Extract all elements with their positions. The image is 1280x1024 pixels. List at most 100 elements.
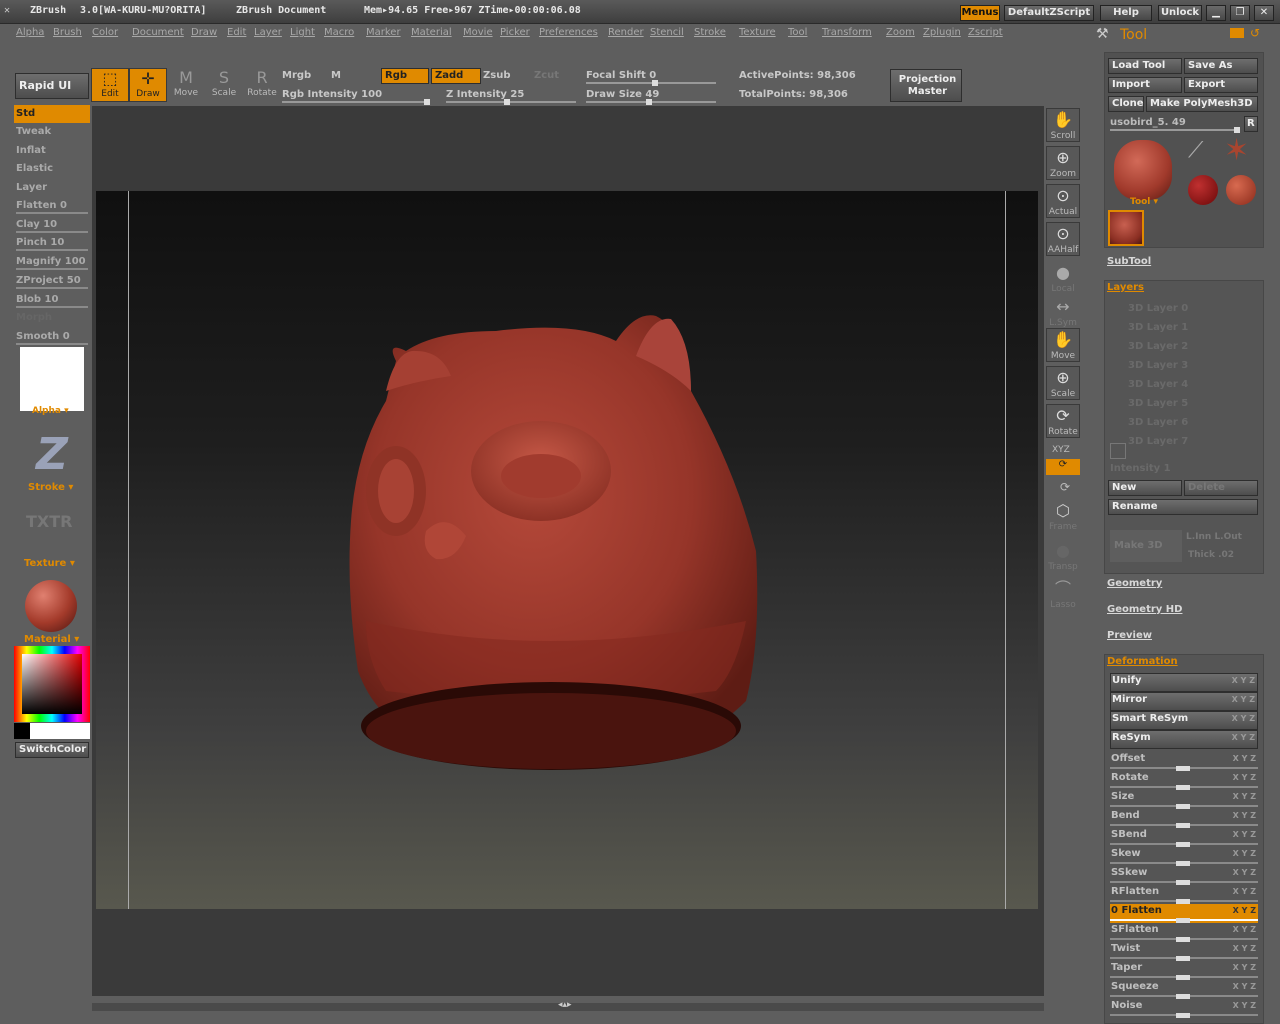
axis-toggles[interactable]: X Y Z [1233, 904, 1256, 918]
menu-edit[interactable]: Edit [227, 27, 246, 38]
make-polymesh-button[interactable]: Make PolyMesh3D [1146, 96, 1258, 112]
focal-shift-slider[interactable]: Focal Shift 0 [586, 70, 656, 81]
layer-item[interactable]: 3D Layer 7 [1110, 433, 1258, 450]
noise-slider[interactable]: Noise X Y Z [1110, 999, 1258, 1018]
brush-morph[interactable]: Morph [14, 309, 90, 327]
model-viewport[interactable] [96, 191, 1038, 909]
material-label[interactable]: Material ▾ [24, 634, 79, 645]
document-canvas[interactable] [96, 191, 1038, 909]
menu-zplugin[interactable]: Zplugin [923, 27, 961, 38]
brush-elastic[interactable]: Elastic [14, 160, 90, 178]
load-tool-button[interactable]: Load Tool [1108, 58, 1182, 74]
thick-slider[interactable]: Thick .02 [1188, 550, 1234, 560]
layer-item[interactable]: 3D Layer 2 [1110, 338, 1258, 355]
local-button[interactable]: ● Local [1046, 262, 1080, 296]
actual-button[interactable]: ⊙ Actual [1046, 184, 1080, 218]
menu-brush[interactable]: Brush [53, 27, 82, 38]
axis-toggles[interactable]: X Y Z [1233, 866, 1256, 880]
axis-toggles[interactable]: X Y Z [1232, 712, 1255, 726]
alpha-preview[interactable] [20, 347, 84, 411]
menu-zoom[interactable]: Zoom [886, 27, 915, 38]
subtool-header[interactable]: SubTool [1107, 256, 1151, 267]
resym-button[interactable]: ReSym X Y Z [1110, 730, 1258, 749]
menu-alpha[interactable]: Alpha [16, 27, 44, 38]
layer-item[interactable]: 3D Layer 1 [1110, 319, 1258, 336]
sbend-slider[interactable]: SBend X Y Z [1110, 828, 1258, 847]
scroll-button[interactable]: ✋ Scroll [1046, 108, 1080, 142]
intensity-slider[interactable]: Intensity 1 [1110, 463, 1171, 474]
scale-view-button[interactable]: ⊕ Scale [1046, 366, 1080, 400]
size-slider[interactable]: Size X Y Z [1110, 790, 1258, 809]
skew-slider[interactable]: Skew X Y Z [1110, 847, 1258, 866]
default-zscript-button[interactable]: DefaultZScript [1004, 5, 1094, 21]
menu-material[interactable]: Material [411, 27, 452, 38]
rotate-mode-xyz-icon[interactable]: ⟳ [1046, 459, 1080, 475]
stroke-icon[interactable]: Z [26, 430, 78, 480]
r-button[interactable]: R [1244, 116, 1258, 132]
brush-pinch[interactable]: Pinch 10 [14, 234, 90, 252]
axis-toggles[interactable]: X Y Z [1233, 809, 1256, 823]
menu-draw[interactable]: Draw [191, 27, 217, 38]
zcut-button[interactable]: Zcut [534, 70, 559, 81]
import-button[interactable]: Import [1108, 77, 1182, 93]
bottom-shelf-toggle-icon[interactable]: ◂▴▸ [558, 1000, 572, 1010]
brush-zproject[interactable]: ZProject 50 [14, 272, 90, 290]
layer-item[interactable]: 3D Layer 0 [1110, 300, 1258, 317]
unlock-button[interactable]: Unlock [1158, 5, 1202, 21]
sculpted-head-model[interactable] [349, 315, 758, 770]
color-picker[interactable] [14, 646, 90, 722]
menu-marker[interactable]: Marker [366, 27, 401, 38]
simple-brush-tool-icon[interactable]: ⟋ [1188, 138, 1203, 163]
close-icon[interactable]: ✕ [1254, 5, 1274, 21]
rgb-intensity-slider[interactable]: Rgb Intensity 100 [282, 89, 382, 100]
lsym-button[interactable]: ↔ L.Sym [1046, 296, 1080, 330]
brush-layer[interactable]: Layer [14, 179, 90, 197]
taper-slider[interactable]: Taper X Y Z [1110, 961, 1258, 980]
switch-color-button[interactable]: SwitchColor [15, 742, 89, 758]
minimize-icon[interactable]: ▁ [1206, 5, 1226, 21]
make-3d-button[interactable]: Make 3D [1110, 530, 1182, 562]
menu-preferences[interactable]: Preferences [539, 27, 598, 38]
menu-stencil[interactable]: Stencil [650, 27, 684, 38]
zadd-button[interactable]: Zadd [431, 68, 481, 84]
menu-layer[interactable]: Layer [254, 27, 282, 38]
geometry-hd-header[interactable]: Geometry HD [1107, 604, 1182, 615]
axis-toggles[interactable]: X Y Z [1233, 771, 1256, 785]
brush-inflat[interactable]: Inflat [14, 142, 90, 160]
menu-texture[interactable]: Texture [739, 27, 776, 38]
color-swatches[interactable] [14, 723, 90, 739]
star-tool-icon[interactable]: ✶ [1224, 134, 1249, 168]
bend-slider[interactable]: Bend X Y Z [1110, 809, 1258, 828]
menus-button[interactable]: Menus [960, 5, 1000, 21]
help-button[interactable]: Help [1100, 5, 1152, 21]
maximize-icon[interactable]: ❐ [1230, 5, 1250, 21]
alpha-label[interactable]: Alpha ▾ [32, 406, 69, 416]
current-tool-slider[interactable] [1110, 127, 1240, 133]
axis-toggles[interactable]: X Y Z [1233, 790, 1256, 804]
preview-header[interactable]: Preview [1107, 630, 1152, 641]
color-picker-square[interactable] [22, 654, 82, 714]
stroke-label[interactable]: Stroke ▾ [28, 482, 73, 493]
brush-std[interactable]: Std [14, 105, 90, 123]
m-button[interactable]: M [331, 70, 341, 81]
layers-header[interactable]: Layers [1107, 282, 1144, 293]
menu-tool[interactable]: Tool [788, 27, 807, 38]
zsub-button[interactable]: Zsub [483, 70, 510, 81]
current-tool-thumbnail[interactable] [1114, 140, 1172, 200]
menu-render[interactable]: Render [608, 27, 644, 38]
save-as-button[interactable]: Save As [1184, 58, 1258, 74]
squeeze-slider[interactable]: Squeeze X Y Z [1110, 980, 1258, 999]
rename-layer-button[interactable]: Rename [1108, 499, 1258, 515]
layer-item[interactable]: 3D Layer 3 [1110, 357, 1258, 374]
projection-master-button[interactable]: Projection Master [890, 69, 962, 102]
layer-item[interactable]: 3D Layer 5 [1110, 395, 1258, 412]
axis-toggles[interactable]: X Y Z [1233, 923, 1256, 937]
zoom-button[interactable]: ⊕ Zoom [1046, 146, 1080, 180]
brush-smooth[interactable]: Smooth 0 [14, 328, 90, 346]
brush-tweak[interactable]: Tweak [14, 123, 90, 141]
material-sphere-icon[interactable] [25, 580, 77, 632]
menu-picker[interactable]: Picker [500, 27, 530, 38]
brush-blob[interactable]: Blob 10 [14, 291, 90, 309]
texture-label[interactable]: Texture ▾ [24, 558, 75, 569]
axis-toggles[interactable]: X Y Z [1233, 885, 1256, 899]
